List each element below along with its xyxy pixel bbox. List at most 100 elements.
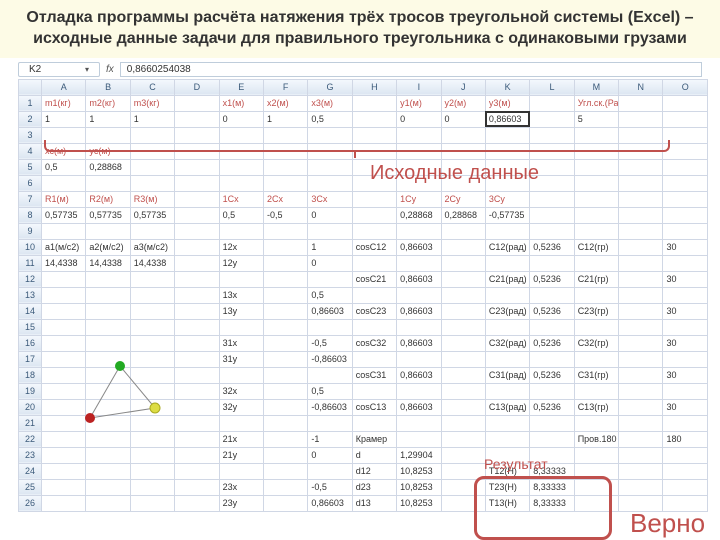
row-header[interactable]: 16 — [19, 335, 42, 351]
cell[interactable] — [263, 351, 307, 367]
row-header[interactable]: 19 — [19, 383, 42, 399]
cell[interactable] — [352, 351, 396, 367]
cell[interactable]: 0,86603 — [485, 111, 529, 127]
cell[interactable]: C31(рад) — [485, 367, 529, 383]
cell[interactable]: 0,86603 — [308, 495, 352, 511]
cell[interactable]: 1 — [308, 239, 352, 255]
cell[interactable] — [175, 95, 219, 111]
cell[interactable] — [530, 207, 574, 223]
cell[interactable] — [485, 319, 529, 335]
cell[interactable]: 31y — [219, 351, 263, 367]
cell[interactable] — [219, 319, 263, 335]
col-header[interactable] — [19, 79, 42, 95]
cell[interactable] — [352, 287, 396, 303]
col-header[interactable]: B — [86, 79, 130, 95]
cell[interactable] — [663, 319, 708, 335]
cell[interactable]: 1 — [42, 111, 86, 127]
cell[interactable]: 14,4338 — [86, 255, 130, 271]
row-header[interactable]: 10 — [19, 239, 42, 255]
cell[interactable]: 30 — [663, 271, 708, 287]
cell[interactable]: x1(м) — [219, 95, 263, 111]
cell[interactable] — [175, 175, 219, 191]
cell[interactable] — [219, 175, 263, 191]
cell[interactable] — [263, 415, 307, 431]
cell[interactable] — [308, 319, 352, 335]
cell[interactable] — [175, 447, 219, 463]
cell[interactable] — [352, 383, 396, 399]
cell[interactable] — [175, 271, 219, 287]
cell[interactable] — [663, 255, 708, 271]
cell[interactable] — [619, 223, 663, 239]
cell[interactable]: 0 — [308, 255, 352, 271]
cell[interactable] — [130, 223, 174, 239]
cell[interactable] — [308, 175, 352, 191]
cell[interactable]: 1,29904 — [397, 447, 441, 463]
cell[interactable] — [441, 223, 485, 239]
cell[interactable] — [352, 255, 396, 271]
cell[interactable]: 2Cx — [263, 191, 307, 207]
cell[interactable]: 0,86603 — [397, 335, 441, 351]
row-header[interactable]: 2 — [19, 111, 42, 127]
cell[interactable] — [86, 223, 130, 239]
cell[interactable] — [663, 95, 708, 111]
cell[interactable] — [530, 223, 574, 239]
cell[interactable]: 14,4338 — [42, 255, 86, 271]
cell[interactable] — [397, 351, 441, 367]
cell[interactable] — [86, 447, 130, 463]
cell[interactable] — [42, 287, 86, 303]
cell[interactable]: 13y — [219, 303, 263, 319]
cell[interactable] — [219, 271, 263, 287]
cell[interactable] — [175, 383, 219, 399]
cell[interactable] — [397, 431, 441, 447]
cell[interactable] — [130, 175, 174, 191]
cell[interactable] — [86, 287, 130, 303]
cell[interactable] — [86, 271, 130, 287]
cell[interactable] — [86, 431, 130, 447]
cell[interactable] — [574, 175, 618, 191]
cell[interactable] — [619, 255, 663, 271]
cell[interactable] — [663, 223, 708, 239]
cell[interactable] — [130, 463, 174, 479]
cell[interactable]: R3(м) — [130, 191, 174, 207]
cell[interactable] — [175, 287, 219, 303]
cell[interactable] — [663, 351, 708, 367]
cell[interactable] — [175, 303, 219, 319]
cell[interactable]: 5 — [574, 111, 618, 127]
cell[interactable] — [441, 399, 485, 415]
formula-bar[interactable]: 0,8660254038 — [120, 62, 702, 77]
cell[interactable]: 0,5236 — [530, 303, 574, 319]
cell[interactable] — [574, 351, 618, 367]
cell[interactable] — [619, 175, 663, 191]
cell[interactable] — [130, 447, 174, 463]
cell[interactable] — [263, 287, 307, 303]
cell[interactable] — [574, 415, 618, 431]
cell[interactable] — [263, 303, 307, 319]
cell[interactable]: cosC32 — [352, 335, 396, 351]
cell[interactable] — [130, 287, 174, 303]
row-header[interactable]: 9 — [19, 223, 42, 239]
cell[interactable] — [574, 447, 618, 463]
cell[interactable]: 0,5236 — [530, 367, 574, 383]
cell[interactable] — [263, 447, 307, 463]
cell[interactable]: Пров.180 — [574, 431, 618, 447]
cell[interactable] — [308, 223, 352, 239]
cell[interactable] — [485, 383, 529, 399]
cell[interactable] — [619, 399, 663, 415]
cell[interactable]: 13x — [219, 287, 263, 303]
cell[interactable] — [352, 319, 396, 335]
cell[interactable]: C12(гр) — [574, 239, 618, 255]
cell[interactable] — [219, 463, 263, 479]
cell[interactable] — [130, 303, 174, 319]
cell[interactable]: y2(м) — [441, 95, 485, 111]
cell[interactable] — [308, 463, 352, 479]
cell[interactable] — [530, 319, 574, 335]
cell[interactable] — [619, 479, 663, 495]
cell[interactable] — [441, 415, 485, 431]
cell[interactable] — [619, 239, 663, 255]
cell[interactable] — [42, 303, 86, 319]
cell[interactable] — [530, 383, 574, 399]
cell[interactable]: m2(кг) — [86, 95, 130, 111]
cell[interactable] — [619, 319, 663, 335]
cell[interactable] — [441, 335, 485, 351]
cell[interactable] — [619, 351, 663, 367]
